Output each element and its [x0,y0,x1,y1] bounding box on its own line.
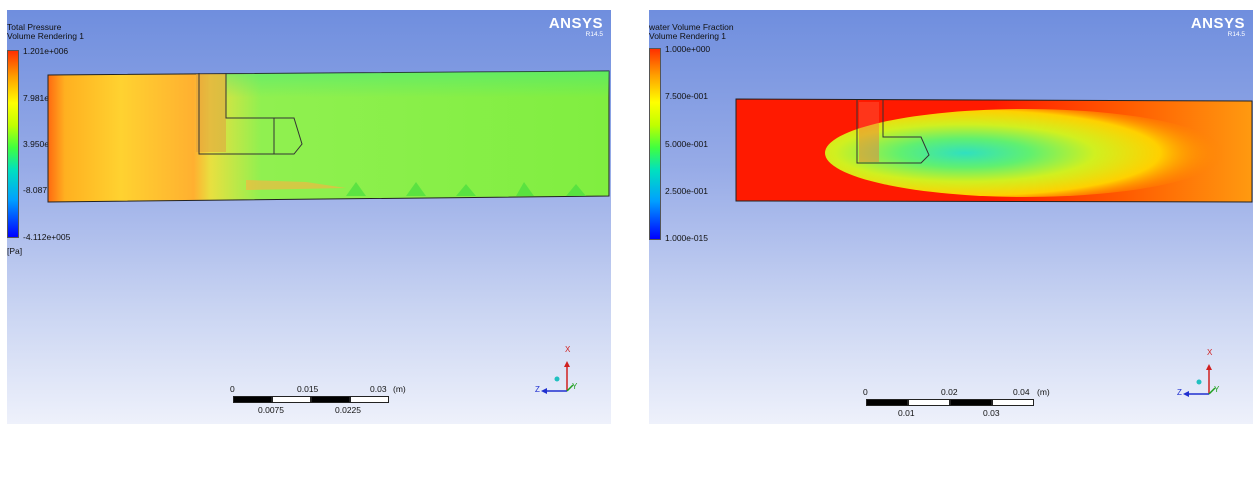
scale-label: 0 [863,387,868,397]
axis-x-label: X [1207,348,1213,357]
legend-tick: 7.500e-001 [665,91,709,101]
total-pressure-viewport: Total Pressure Volume Rendering 1 ANSYS … [7,10,611,424]
scale-segment [311,396,350,403]
axis-y-label: Y [1214,385,1220,394]
scale-label: 0.0075 [258,405,284,415]
scale-segment [908,399,950,406]
scale-unit: (m) [1037,387,1050,397]
axis-triad: X Y Z [1177,348,1221,398]
scale-unit: (m) [393,384,406,394]
ansys-logo: ANSYS R14.5 [549,16,603,39]
color-legend-bar [649,48,661,240]
version-text: R14.5 [585,31,603,38]
scale-bar: 0 0.02 0.04 (m) 0.01 0.03 [863,387,1063,421]
contour-subtitle: Volume Rendering 1 [7,31,85,41]
color-legend-bar [7,50,19,238]
legend-tick: 5.000e-001 [665,139,709,149]
flow-domain [735,98,1253,203]
scale-label: 0 [230,384,235,394]
scale-segment [992,399,1034,406]
scale-segment [350,396,389,403]
scale-segment [233,396,272,403]
legend-tick: -4.112e+005 [23,232,71,242]
contour-title: water Volume Fraction Volume Rendering 1 [649,23,734,41]
scale-label: 0.03 [983,408,1000,418]
scale-label: 0.01 [898,408,915,418]
legend-tick: 2.500e-001 [665,186,709,196]
scale-segment [866,399,908,406]
scale-segment [272,396,311,403]
axis-x-label: X [565,345,571,354]
brand-text: ANSYS [1190,15,1245,32]
scale-label: 0.04 [1013,387,1030,397]
ansys-logo: ANSYS R14.5 [1191,16,1245,39]
contour-title: Total Pressure Volume Rendering 1 [7,23,84,41]
axis-z-label: Z [535,385,540,394]
axis-z-label: Z [1177,388,1182,397]
legend-tick: 1.000e+000 [665,44,711,54]
scale-segment [950,399,992,406]
version-text: R14.5 [1227,31,1245,38]
flow-domain [47,70,610,203]
brand-text: ANSYS [548,15,603,32]
legend-tick: 1.201e+006 [23,46,69,56]
water-volume-fraction-viewport: water Volume Fraction Volume Rendering 1… [649,10,1253,424]
legend-tick: 1.000e-015 [665,233,709,243]
legend-unit: [Pa] [7,246,23,256]
axis-y-label: Y [572,382,578,391]
axis-triad: X Y Z [535,345,579,395]
scale-label: 0.03 [370,384,387,394]
scale-label: 0.0225 [335,405,361,415]
scale-bar: 0 0.015 0.03 (m) 0.0075 0.0225 [230,384,430,418]
scale-label: 0.015 [297,384,319,394]
contour-subtitle: Volume Rendering 1 [649,31,727,41]
scale-label: 0.02 [941,387,958,397]
